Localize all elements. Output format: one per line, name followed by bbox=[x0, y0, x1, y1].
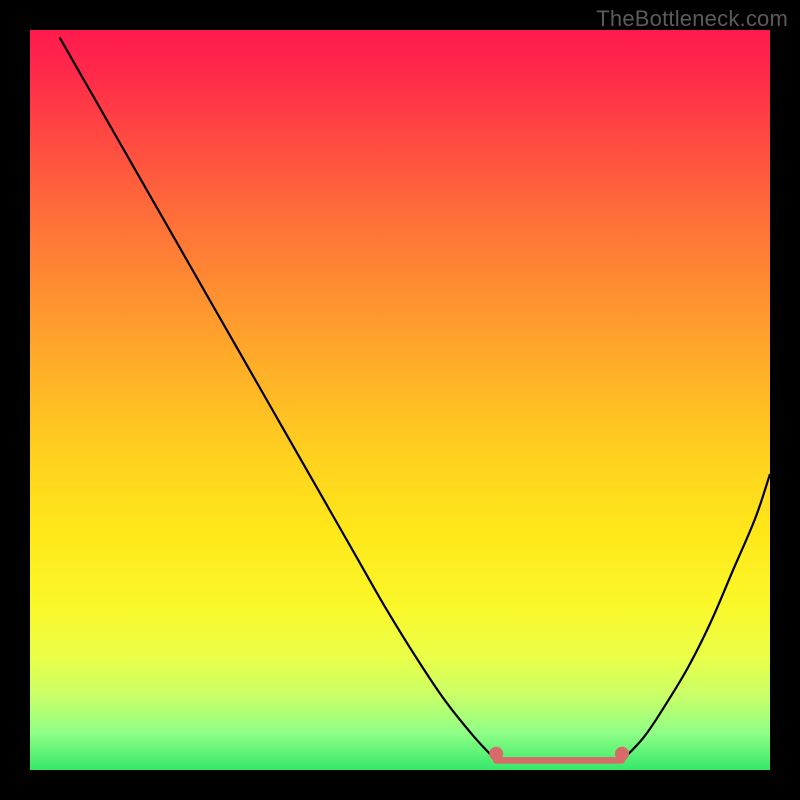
watermark-text: TheBottleneck.com bbox=[596, 6, 788, 32]
chart-container: TheBottleneck.com bbox=[0, 0, 800, 800]
left-curve bbox=[60, 37, 497, 760]
right-curve bbox=[622, 474, 770, 760]
curve-overlay bbox=[30, 30, 770, 770]
plot-area bbox=[30, 30, 770, 770]
optimal-marker-dot-right bbox=[615, 747, 629, 761]
optimal-marker-dot-left bbox=[489, 747, 503, 761]
